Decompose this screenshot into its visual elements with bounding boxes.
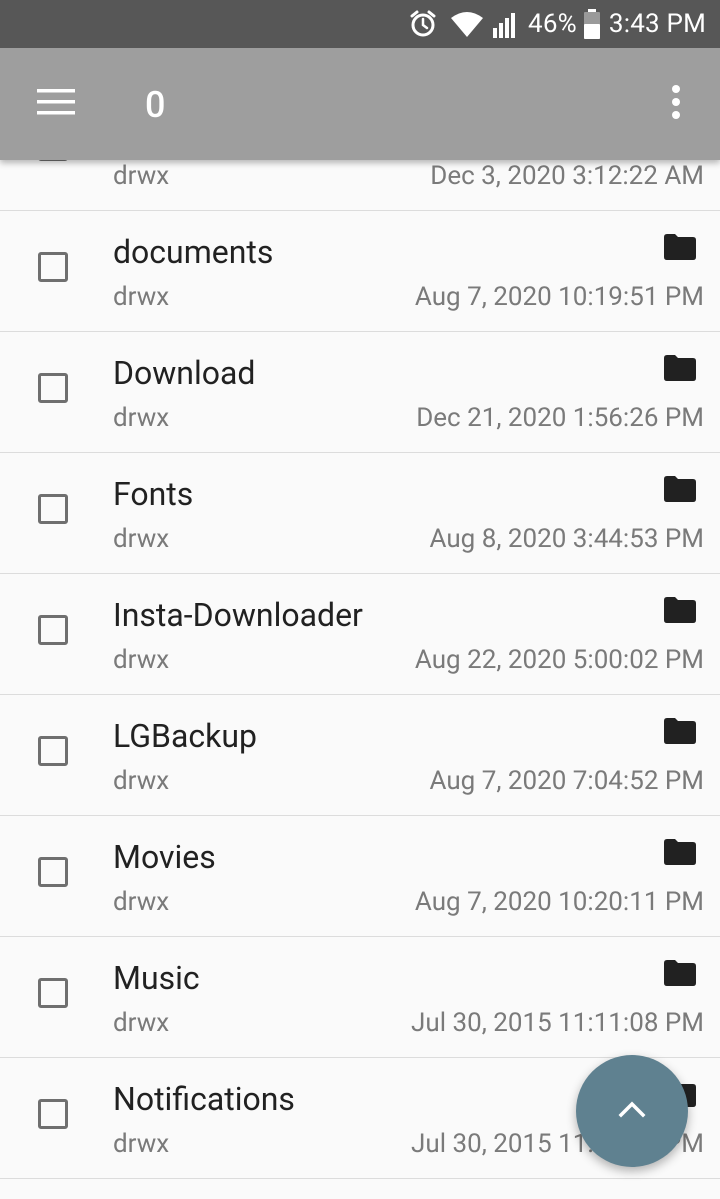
file-row[interactable]: LGBackup drwx Aug 7, 2020 7:04:52 PM [0, 695, 720, 816]
file-row[interactable]: Movies drwx Aug 7, 2020 10:20:11 PM [0, 816, 720, 937]
alarm-icon [408, 9, 438, 39]
battery-icon [583, 9, 601, 39]
file-date: Jul 30, 2015 11:11:08 PM [411, 1008, 704, 1038]
file-date: Aug 22, 2020 5:00:02 PM [414, 645, 704, 675]
file-name: Fonts [113, 475, 194, 513]
app-bar: 0 [0, 48, 720, 160]
file-name: Download [113, 354, 256, 392]
battery-percent: 46% [528, 9, 577, 39]
row-checkbox[interactable] [38, 857, 68, 887]
file-date: Aug 7, 2020 10:20:11 PM [414, 887, 704, 917]
folder-icon [664, 476, 696, 502]
folder-icon [664, 839, 696, 865]
file-date: Aug 8, 2020 3:44:53 PM [429, 524, 705, 554]
file-permissions: drwx [113, 1129, 170, 1159]
file-date: Aug 7, 2020 10:19:51 PM [414, 282, 704, 312]
row-checkbox[interactable] [38, 373, 68, 403]
file-row[interactable]: Insta-Downloader drwx Aug 22, 2020 5:00:… [0, 574, 720, 695]
row-checkbox[interactable] [38, 494, 68, 524]
file-permissions: drwx [113, 887, 170, 917]
file-permissions: drwx [113, 282, 170, 312]
file-permissions: drwx [113, 766, 170, 796]
overflow-menu-button[interactable] [650, 78, 702, 130]
file-permissions: drwx [113, 1008, 170, 1038]
file-row[interactable]: documents drwx Aug 7, 2020 10:19:51 PM [0, 211, 720, 332]
file-name: documents [113, 233, 274, 271]
row-checkbox[interactable] [38, 615, 68, 645]
file-name: Music [113, 959, 200, 997]
file-permissions: drwx [113, 645, 170, 675]
menu-button[interactable] [26, 78, 86, 130]
folder-icon [664, 234, 696, 260]
status-time: 3:43 PM [608, 9, 706, 39]
row-checkbox[interactable] [38, 1099, 68, 1129]
folder-icon [664, 355, 696, 381]
file-list: drwx Dec 3, 2020 3:12:22 AM documents dr… [0, 90, 720, 1179]
file-permissions: drwx [113, 161, 170, 191]
file-permissions: drwx [113, 403, 170, 433]
more-vert-icon [671, 85, 681, 123]
file-name: LGBackup [113, 717, 257, 755]
folder-icon [664, 718, 696, 744]
row-checkbox[interactable] [38, 736, 68, 766]
file-name: Movies [113, 838, 216, 876]
row-checkbox[interactable] [38, 252, 68, 282]
file-row[interactable]: Download drwx Dec 21, 2020 1:56:26 PM [0, 332, 720, 453]
signal-icon [492, 10, 520, 38]
row-checkbox[interactable] [38, 978, 68, 1008]
file-date: Aug 7, 2020 7:04:52 PM [429, 766, 705, 796]
chevron-up-icon [617, 1099, 647, 1123]
scroll-to-top-button[interactable] [576, 1055, 688, 1167]
file-permissions: drwx [113, 524, 170, 554]
file-date: Dec 21, 2020 1:56:26 PM [416, 403, 704, 433]
file-date: Dec 3, 2020 3:12:22 AM [430, 161, 704, 191]
status-bar: 46% 3:43 PM [0, 0, 720, 48]
folder-icon [664, 960, 696, 986]
folder-icon [664, 597, 696, 623]
file-row[interactable]: Fonts drwx Aug 8, 2020 3:44:53 PM [0, 453, 720, 574]
wifi-icon [450, 10, 484, 38]
file-name: Notifications [113, 1080, 295, 1118]
menu-icon [37, 88, 75, 120]
file-row[interactable]: Music drwx Jul 30, 2015 11:11:08 PM [0, 937, 720, 1058]
app-title: 0 [145, 84, 166, 126]
file-name: Insta-Downloader [113, 596, 363, 634]
